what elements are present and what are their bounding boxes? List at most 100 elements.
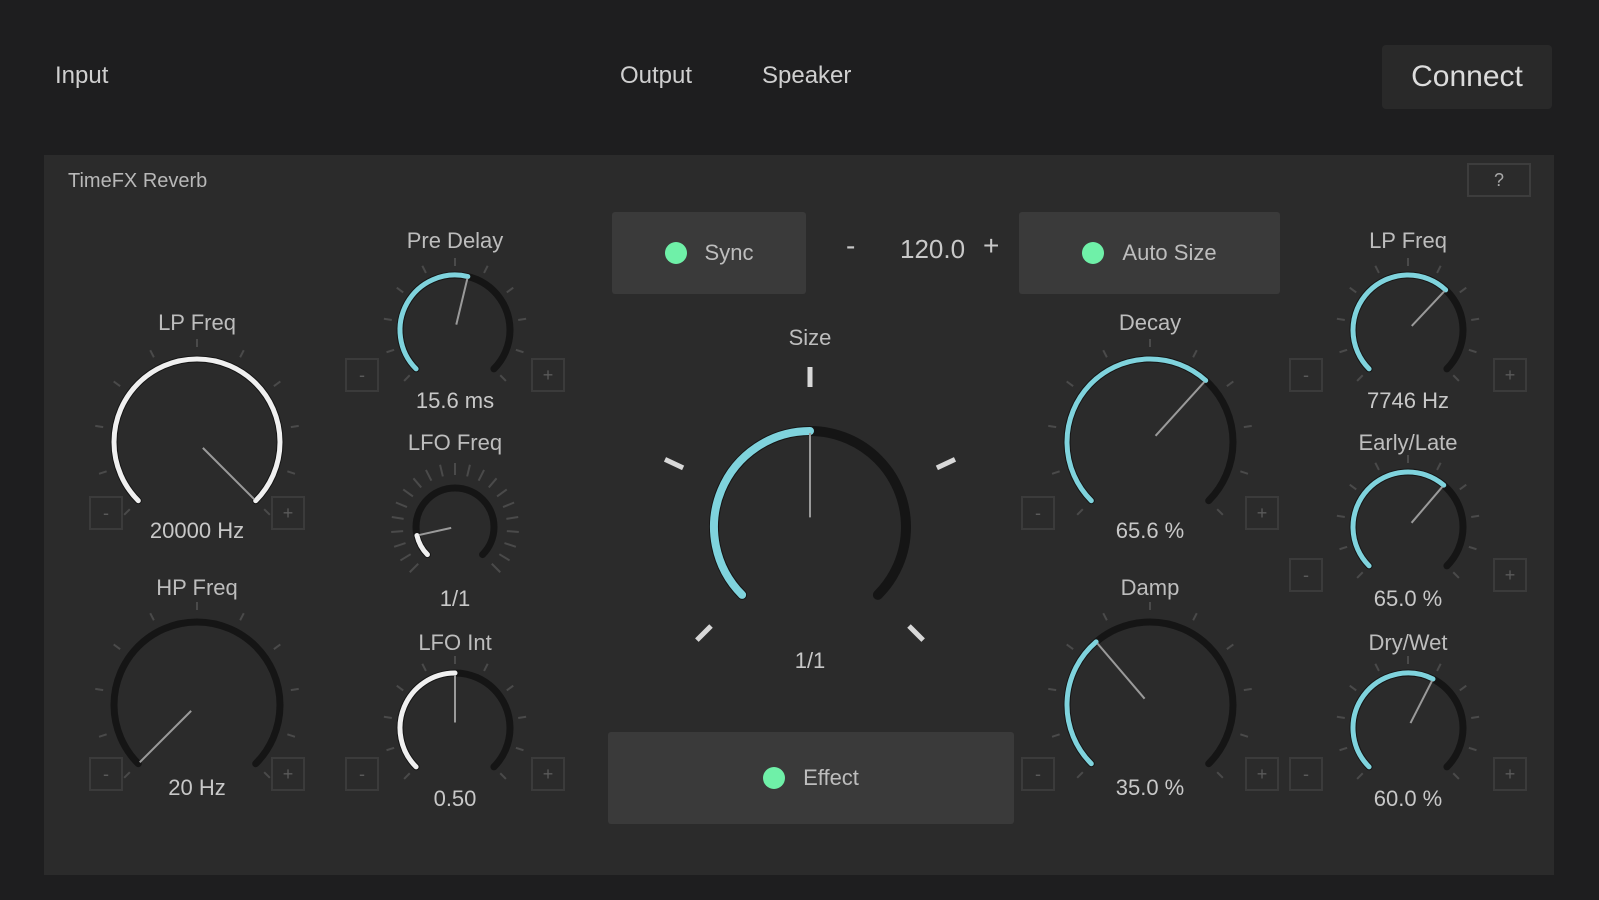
knob-track [412, 484, 498, 559]
knob-tick [1356, 571, 1364, 579]
knob-tick [1459, 684, 1467, 692]
damp-increment-button[interactable]: + [1245, 757, 1279, 791]
knob-tick [1216, 508, 1224, 516]
lfo-freq-label: LFO Freq [407, 430, 503, 455]
lfo-int-knob[interactable] [377, 650, 533, 806]
knob-tick [98, 733, 107, 738]
knob-tick [290, 424, 299, 429]
knob-tick [1468, 348, 1477, 354]
knob-value-arc [1350, 670, 1436, 770]
pre-delay-increment-button[interactable]: + [531, 358, 565, 392]
knob-tick [1243, 424, 1252, 429]
knob-tick [1349, 286, 1357, 294]
lfo-freq-knob[interactable] [385, 457, 525, 597]
knob-tick [1471, 715, 1480, 719]
knob-value-arc [111, 356, 283, 504]
early-late-decrement-button[interactable]: - [1289, 558, 1323, 592]
lp-freq-left-increment-button[interactable]: + [271, 496, 305, 530]
decay-decrement-button[interactable]: - [1021, 496, 1055, 530]
lp-freq-left-label: LP Freq [158, 310, 236, 335]
lp-freq-right-decrement-button[interactable]: - [1289, 358, 1323, 392]
knob-tick [1452, 571, 1460, 579]
knob-tick [1452, 374, 1460, 382]
knob-tick [1468, 545, 1477, 551]
lfo-freq-value: 1/1 [439, 586, 471, 611]
pre-delay-knob[interactable] [377, 252, 533, 408]
knob-tick [396, 684, 404, 692]
knob-tick [1048, 424, 1057, 429]
damp-decrement-button[interactable]: - [1021, 757, 1055, 791]
knob-pointer [202, 447, 255, 500]
knob-tick [1452, 772, 1460, 780]
lp-freq-right-value: 7746 Hz [1367, 388, 1449, 413]
auto-size-label: Auto Size [1122, 240, 1217, 265]
knob-tick [499, 772, 507, 780]
lfo-int-label: LFO Int [418, 630, 492, 655]
knob-tick [504, 542, 517, 548]
lp-freq-left-decrement-button[interactable]: - [89, 496, 123, 530]
knob-tick [515, 746, 524, 752]
dry-wet-label: Dry/Wet [1368, 630, 1448, 655]
effect-led-indicator [763, 767, 786, 789]
knob-tick [1339, 545, 1348, 551]
connect-button[interactable]: Connect [1382, 45, 1552, 109]
help-button[interactable]: ? [1467, 163, 1531, 197]
bpm-value[interactable]: 120.0 [900, 234, 965, 265]
auto-size-button[interactable]: Auto Size [1019, 212, 1280, 294]
early-late-knob[interactable] [1330, 449, 1486, 605]
dry-wet-decrement-button[interactable]: - [1289, 757, 1323, 791]
size-knob[interactable] [640, 357, 980, 697]
damp-label: Damp [1120, 575, 1180, 600]
knob-value-arc [1064, 356, 1209, 504]
knob-tick [123, 771, 131, 779]
lfo-int-value: 0.50 [433, 786, 477, 811]
lp-freq-right-knob[interactable] [1330, 252, 1486, 408]
knob-tick [263, 508, 271, 516]
knob-tick [403, 772, 411, 780]
knob-tick [421, 265, 427, 274]
knob-tick [1356, 374, 1364, 382]
dry-wet-knob[interactable] [1330, 650, 1486, 806]
early-late-increment-button[interactable]: + [1493, 558, 1527, 592]
knob-tick [1066, 380, 1074, 387]
early-late-label: Early/Late [1358, 430, 1458, 455]
effect-button[interactable]: Effect [608, 732, 1014, 824]
knob-tick [496, 488, 508, 498]
knob-tick [383, 715, 392, 719]
knob-tick [393, 542, 406, 548]
bpm-decrement-button[interactable]: - [846, 230, 855, 262]
hp-freq-decrement-button[interactable]: - [89, 757, 123, 791]
pre-delay-value: 15.6 ms [415, 388, 495, 413]
size-label: Size [788, 325, 832, 350]
dry-wet-increment-button[interactable]: + [1493, 757, 1527, 791]
knob-tick [1459, 286, 1467, 294]
tab-speaker[interactable]: Speaker [762, 62, 851, 90]
decay-increment-button[interactable]: + [1245, 496, 1279, 530]
knob-tick [1374, 265, 1380, 274]
knob-tick [1192, 612, 1198, 621]
size-knob-tick [907, 624, 925, 642]
knob-track [110, 618, 284, 768]
knob-tick [149, 612, 155, 621]
tab-output[interactable]: Output [620, 62, 692, 90]
pre-delay-decrement-button[interactable]: - [345, 358, 379, 392]
knob-tick [1471, 317, 1480, 321]
lfo-int-decrement-button[interactable]: - [345, 757, 379, 791]
knob-tick [95, 424, 104, 429]
knob-tick [1436, 663, 1442, 672]
knob-tick [515, 348, 524, 354]
knob-tick [1436, 265, 1442, 274]
bpm-increment-button[interactable]: + [983, 230, 999, 262]
knob-tick [1240, 470, 1249, 475]
sync-button[interactable]: Sync [612, 212, 806, 294]
hp-freq-increment-button[interactable]: + [271, 757, 305, 791]
dry-wet-value: 60.0 % [1373, 786, 1443, 811]
decay-label: Decay [1118, 310, 1182, 335]
knob-value-arc [414, 533, 430, 558]
knob-pointer [1411, 290, 1446, 327]
tab-input[interactable]: Input [55, 62, 108, 90]
lfo-int-increment-button[interactable]: + [531, 757, 565, 791]
sync-label: Sync [704, 240, 754, 265]
lp-freq-right-increment-button[interactable]: + [1493, 358, 1527, 392]
knob-tick [273, 643, 281, 650]
